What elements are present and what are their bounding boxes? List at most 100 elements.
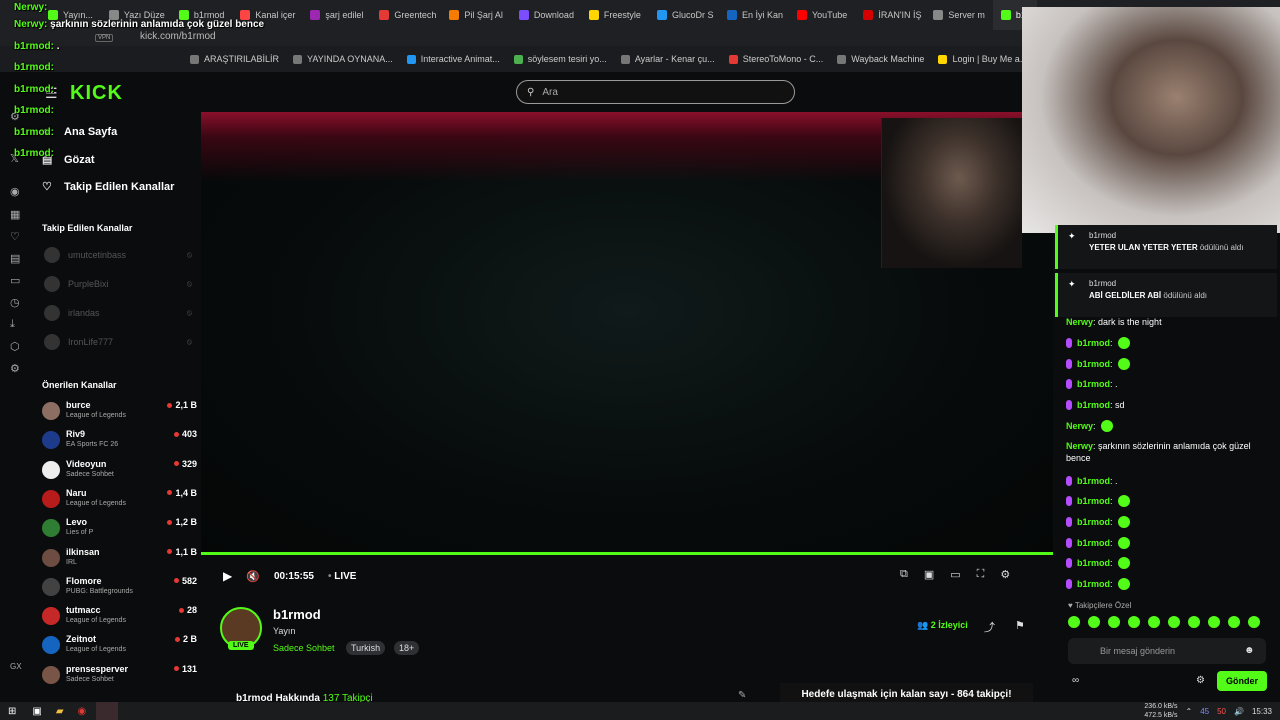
emote-icon[interactable] xyxy=(1248,616,1260,628)
chat-username[interactable]: b1rmod xyxy=(1077,379,1110,389)
recommended-channel[interactable]: Naru League of Legends 1,4 B xyxy=(42,486,197,514)
stream-category[interactable]: Sadece Sohbet xyxy=(273,643,335,653)
live-indicator[interactable]: • LIVE xyxy=(328,571,357,582)
chat-message[interactable]: Nerwy: dark is the night xyxy=(1066,316,1266,328)
chat-message[interactable]: b1rmod: sd xyxy=(1066,399,1266,411)
followed-channel[interactable]: IronLife777 ⦸ xyxy=(44,334,192,350)
chat-message[interactable]: b1rmod: . xyxy=(1066,475,1266,487)
play-icon[interactable]: ▶ xyxy=(223,569,232,583)
grid-icon[interactable]: ▦ xyxy=(10,208,20,221)
chat-username[interactable]: b1rmod xyxy=(1077,579,1110,589)
follow-icon[interactable]: ⚑ xyxy=(1015,619,1025,632)
chat-username[interactable]: b1rmod xyxy=(1077,476,1110,486)
emote-icon[interactable] xyxy=(1168,616,1180,628)
browser-tab[interactable]: İRAN'IN İŞ xyxy=(855,0,925,30)
chat-message[interactable]: b1rmod: xyxy=(1066,516,1266,528)
bookmark-item[interactable]: Interactive Animat... xyxy=(406,54,500,64)
share-icon[interactable]: ⤴ xyxy=(984,619,995,635)
cube-icon[interactable]: ⬡ xyxy=(10,340,20,353)
chat-username[interactable]: Nerwy xyxy=(1066,317,1093,327)
emoji-icon[interactable]: ☻ xyxy=(1244,645,1255,656)
search-input[interactable]: ⚲ Ara xyxy=(516,80,795,104)
recommended-channel[interactable]: prensesperver Sadece Sohbet 131 xyxy=(42,662,197,690)
pip-icon[interactable]: ⧉ xyxy=(900,568,908,581)
followed-channel[interactable]: irlandas ⦸ xyxy=(44,305,192,321)
tag-language[interactable]: Turkish xyxy=(346,641,386,655)
mute-icon[interactable]: 🔇 xyxy=(246,570,260,583)
heart-icon[interactable]: ♡ xyxy=(10,230,20,243)
bookmark-item[interactable]: StereoToMono - C... xyxy=(728,54,823,64)
vpn-badge[interactable]: VPN xyxy=(95,34,114,42)
browser-tab[interactable]: Freestyle xyxy=(581,0,649,30)
recommended-channel[interactable]: Levo Lies of P 1,2 B xyxy=(42,515,197,543)
clock-icon[interactable]: ◷ xyxy=(10,296,20,309)
clip-icon[interactable]: ▣ xyxy=(924,568,934,581)
browser-icon[interactable]: ◉ xyxy=(78,706,87,717)
chat-username[interactable]: b1rmod xyxy=(1077,517,1110,527)
chat-username[interactable]: b1rmod xyxy=(1077,558,1110,568)
browser-tab[interactable]: Greentech xyxy=(371,0,441,30)
recommended-channel[interactable]: tutmacc League of Legends 28 xyxy=(42,603,197,631)
browser-tab[interactable]: GlucoDr S xyxy=(649,0,719,30)
points-icon[interactable]: ∞ xyxy=(1072,675,1079,686)
chat-message[interactable]: Nerwy: xyxy=(1066,420,1266,432)
browser-tab[interactable]: Download xyxy=(511,0,581,30)
bookmark-item[interactable]: Login | Buy Me a... xyxy=(938,54,1027,64)
volume-icon[interactable]: 🔊 xyxy=(1234,707,1244,716)
notes-icon[interactable]: ▤ xyxy=(10,252,20,265)
chat-input[interactable]: Bir mesaj gönderin xyxy=(1068,638,1266,664)
chat-message[interactable]: b1rmod: xyxy=(1066,537,1266,549)
browser-tab[interactable]: YouTube xyxy=(789,0,855,30)
chat-username[interactable]: b1rmod xyxy=(1077,400,1110,410)
emote-icon[interactable] xyxy=(1208,616,1220,628)
browser-tab[interactable]: Server m xyxy=(925,0,993,30)
target-icon[interactable]: ◉ xyxy=(10,185,20,198)
fullscreen-icon[interactable]: ⛶ xyxy=(977,568,985,581)
chevron-up-icon[interactable]: ⌃ xyxy=(1185,707,1192,716)
gear-icon[interactable]: ⚙ xyxy=(10,362,20,375)
clock[interactable]: 15:33 xyxy=(1252,707,1272,716)
bookmark-item[interactable]: söylesem tesiri yo... xyxy=(513,54,607,64)
chat-username[interactable]: b1rmod xyxy=(1077,496,1110,506)
chat-message[interactable]: b1rmod: xyxy=(1066,578,1266,590)
chat-username[interactable]: Nerwy xyxy=(1066,421,1093,431)
followed-channel[interactable]: umutcetinbass ⦸ xyxy=(44,247,192,263)
followed-channel[interactable]: PurpleBixi ⦸ xyxy=(44,276,192,292)
emote-icon[interactable] xyxy=(1068,616,1080,628)
browser-tab[interactable]: şarj edilel xyxy=(302,0,371,30)
edit-icon[interactable]: ✎ xyxy=(738,690,746,701)
nav-following[interactable]: ♡ Takip Edilen Kanallar xyxy=(42,180,174,194)
tray-badge-1[interactable]: 45 xyxy=(1200,707,1209,716)
chat-username[interactable]: b1rmod xyxy=(1077,538,1110,548)
recommended-channel[interactable]: burce League of Legends 2,1 B xyxy=(42,398,197,426)
tag-age[interactable]: 18+ xyxy=(394,641,420,655)
theater-icon[interactable]: ▭ xyxy=(950,568,960,581)
recommended-channel[interactable]: Zeitnot League of Legends 2 B xyxy=(42,632,197,660)
emote-icon[interactable] xyxy=(1128,616,1140,628)
chat-message[interactable]: Nerwy: şarkının sözlerinin anlamıda çok … xyxy=(1066,440,1266,464)
chat-username[interactable]: Nerwy xyxy=(1066,441,1093,451)
windows-start-icon[interactable]: ⊞ xyxy=(8,706,16,717)
chat-message[interactable]: b1rmod: xyxy=(1066,358,1266,370)
emote-icon[interactable] xyxy=(1148,616,1160,628)
chat-settings-icon[interactable]: ⚙ xyxy=(1196,675,1205,686)
emote-icon[interactable] xyxy=(1088,616,1100,628)
bookmark-item[interactable]: ARAŞTIRILABİLİR xyxy=(190,54,279,64)
kick-logo[interactable]: KICK xyxy=(70,82,123,105)
emote-icon[interactable] xyxy=(1228,616,1240,628)
folder-icon[interactable]: ▰ xyxy=(56,706,64,717)
recommended-channel[interactable]: Riv9 EA Sports FC 26 403 xyxy=(42,427,197,455)
browser-tab[interactable]: En İyi Kan xyxy=(719,0,789,30)
emote-icon[interactable] xyxy=(1188,616,1200,628)
bookmark-item[interactable]: Ayarlar - Kenar çu... xyxy=(620,54,715,64)
active-app-icon[interactable] xyxy=(96,702,119,720)
chat-message[interactable]: b1rmod: xyxy=(1066,337,1266,349)
send-button[interactable]: Gönder xyxy=(1217,671,1267,691)
chat-message[interactable]: b1rmod: . xyxy=(1066,378,1266,390)
chat-message[interactable]: b1rmod: xyxy=(1066,495,1266,507)
channel-name[interactable]: b1rmod xyxy=(273,607,321,622)
taskbar-app-icon[interactable]: ▣ xyxy=(32,706,41,717)
progress-bar[interactable] xyxy=(201,552,1053,555)
recommended-channel[interactable]: Videoyun Sadece Sohbet 329 xyxy=(42,457,197,485)
bookmark-item[interactable]: YAYINDA OYNANA... xyxy=(293,54,393,64)
